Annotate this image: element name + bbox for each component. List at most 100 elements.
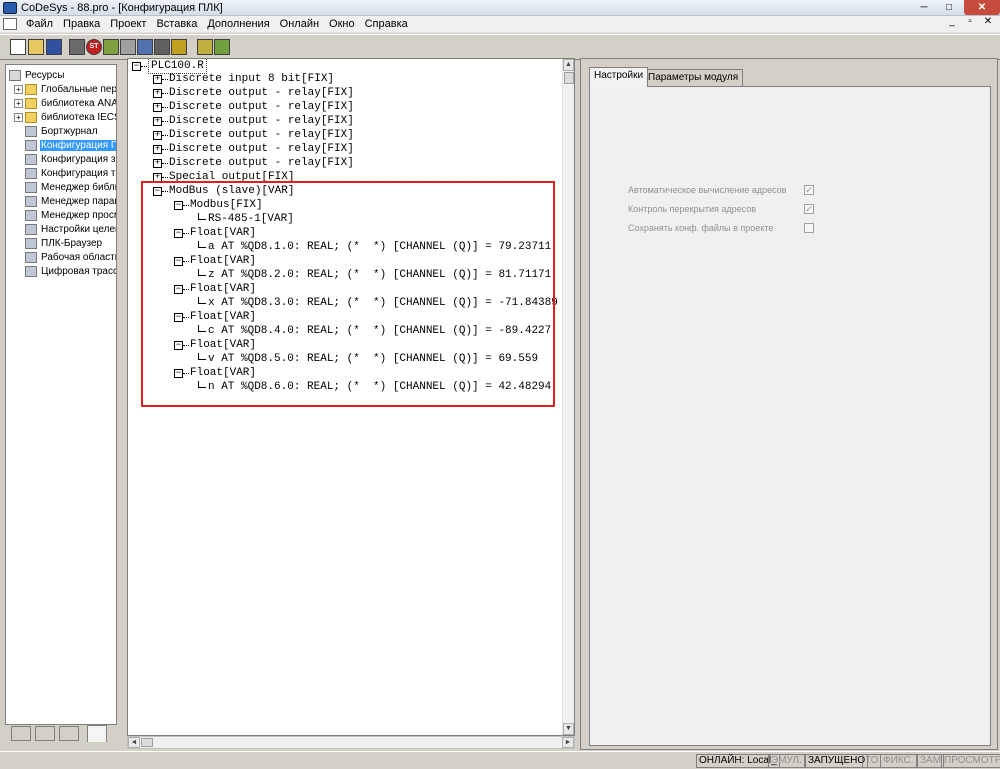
- mdi-close-button[interactable]: ✕: [980, 16, 996, 30]
- tree-module-node[interactable]: + Discrete output - relay[FIX]: [153, 100, 354, 114]
- resource-item[interactable]: Менеджер библио: [14, 180, 116, 194]
- expand-icon[interactable]: +: [153, 144, 162, 154]
- scroll-thumb[interactable]: [564, 72, 574, 84]
- tab-pous-icon[interactable]: [11, 726, 31, 741]
- expand-icon[interactable]: +: [153, 130, 162, 140]
- modbus-highlight-frame: [141, 181, 555, 407]
- resource-item[interactable]: Настройки целево: [14, 222, 116, 236]
- stop-icon[interactable]: ST: [86, 39, 102, 55]
- resource-item[interactable]: Бортжурнал: [14, 124, 99, 138]
- menu-insert[interactable]: Вставка: [151, 18, 202, 30]
- tree-node-label: Discrete output - relay[FIX]: [169, 101, 354, 113]
- tree-node-label: Discrete input 8 bit[FIX]: [169, 73, 335, 85]
- title-bar: CoDeSys - 88.pro - [Конфигурация ПЛК] ─ …: [0, 0, 1000, 16]
- collapse-icon[interactable]: −: [132, 61, 141, 71]
- resource-item-label: Глобальные перем: [41, 83, 117, 95]
- resource-tool-icon: [25, 153, 37, 165]
- build-icon[interactable]: [69, 39, 85, 55]
- close-window-button[interactable]: ✕: [964, 0, 1000, 15]
- menu-edit[interactable]: Правка: [58, 18, 105, 30]
- expand-icon[interactable]: +: [153, 74, 162, 84]
- resource-item[interactable]: + Глобальные перем: [14, 82, 117, 96]
- menu-help[interactable]: Справка: [360, 18, 413, 30]
- tree-module-node[interactable]: + Discrete output - relay[FIX]: [153, 114, 354, 128]
- menu-window[interactable]: Окно: [324, 18, 360, 30]
- codesys-app-icon: [3, 1, 17, 14]
- resource-item[interactable]: Конфигурация зад: [14, 152, 116, 166]
- status-to: ТО: [862, 754, 882, 768]
- resource-item[interactable]: Рабочая область: [14, 250, 117, 264]
- resource-item[interactable]: Ресурсы: [9, 68, 65, 82]
- resource-tool-icon: [25, 265, 37, 277]
- minimize-window-button[interactable]: ─: [910, 0, 938, 15]
- tab-visualizations-icon[interactable]: [59, 726, 79, 741]
- menu-project[interactable]: Проект: [105, 18, 151, 30]
- resources-tree[interactable]: Ресурсы + Глобальные перем+библиотека ANAL…: [5, 64, 117, 725]
- menu-online[interactable]: Онлайн: [275, 18, 324, 30]
- tree-vertical-scrollbar[interactable]: ▲ ▼: [562, 59, 574, 735]
- menu-file[interactable]: Файл: [21, 18, 58, 30]
- menu-extras[interactable]: Дополнения: [202, 18, 274, 30]
- replace-icon[interactable]: [214, 39, 230, 55]
- breakpoint-icon[interactable]: [171, 39, 187, 55]
- resource-item[interactable]: Конфигурация тре: [14, 166, 116, 180]
- tree-module-node[interactable]: + Discrete output - relay[FIX]: [153, 86, 354, 100]
- tree-horizontal-scrollbar[interactable]: ◄ ►: [127, 736, 575, 749]
- resource-item[interactable]: Менеджер параме: [14, 194, 116, 208]
- tab-module-parameters[interactable]: Параметры модуля: [643, 69, 744, 86]
- logout-icon[interactable]: [154, 39, 170, 55]
- resource-item[interactable]: Цифровая трассир: [14, 264, 116, 278]
- left-splitter[interactable]: [121, 60, 125, 750]
- expand-icon[interactable]: +: [14, 84, 23, 94]
- open-folder-icon[interactable]: [28, 39, 44, 55]
- tree-module-node[interactable]: + Discrete output - relay[FIX]: [153, 156, 354, 170]
- mdi-minimize-button[interactable]: _: [944, 16, 960, 30]
- resource-tool-icon: [25, 139, 37, 151]
- scroll-down-icon[interactable]: ▼: [563, 723, 574, 735]
- expand-icon[interactable]: +: [153, 102, 162, 112]
- tree-module-node[interactable]: + Discrete output - relay[FIX]: [153, 142, 354, 156]
- resource-item[interactable]: Менеджер просмо: [14, 208, 116, 222]
- resource-item[interactable]: + библиотека ANALY: [14, 96, 116, 110]
- tab-resources-icon[interactable]: [87, 725, 107, 742]
- expand-icon[interactable]: +: [153, 158, 162, 168]
- checkbox-overlap-check[interactable]: ✓: [804, 204, 814, 214]
- resource-item-label: Рабочая область: [41, 251, 117, 263]
- login-icon[interactable]: [137, 39, 153, 55]
- scroll-left-icon[interactable]: ◄: [128, 737, 140, 748]
- expand-icon[interactable]: +: [14, 98, 23, 108]
- scroll-up-icon[interactable]: ▲: [563, 59, 574, 71]
- status-view: ПРОСМОТР: [941, 754, 1000, 768]
- resource-tool-icon: [25, 181, 37, 193]
- hscroll-thumb[interactable]: [141, 738, 153, 747]
- checkbox-auto-address[interactable]: ✓: [804, 185, 814, 195]
- document-icon[interactable]: [3, 18, 17, 30]
- object-organizer-tabs: [5, 725, 117, 743]
- resource-item[interactable]: Конфигурация ПЛК: [14, 138, 116, 152]
- tab-data-types-icon[interactable]: [35, 726, 55, 741]
- find-icon[interactable]: [197, 39, 213, 55]
- resource-tool-icon: [25, 223, 37, 235]
- folder-icon: [25, 97, 37, 109]
- scroll-right-icon[interactable]: ►: [562, 737, 574, 748]
- step-icon[interactable]: [120, 39, 136, 55]
- new-file-icon[interactable]: [10, 39, 26, 55]
- checkbox-save-config-files[interactable]: [804, 223, 814, 233]
- expand-icon[interactable]: +: [14, 112, 23, 122]
- resource-item[interactable]: ПЛК-Браузер: [14, 236, 103, 250]
- save-icon[interactable]: [46, 39, 62, 55]
- resource-tool-icon: [25, 237, 37, 249]
- tree-module-node[interactable]: + Discrete output - relay[FIX]: [153, 128, 354, 142]
- expand-icon[interactable]: +: [153, 116, 162, 126]
- run-icon[interactable]: [103, 39, 119, 55]
- resource-tool-icon: [25, 167, 37, 179]
- window-title: CoDeSys - 88.pro - [Конфигурация ПЛК]: [21, 1, 223, 14]
- expand-icon[interactable]: +: [153, 88, 162, 98]
- tree-root[interactable]: − PLC100.R: [132, 59, 207, 74]
- mdi-restore-button[interactable]: ▫: [962, 16, 978, 30]
- tree-module-node[interactable]: + Discrete input 8 bit[FIX]: [153, 72, 334, 86]
- tree-node-label: Discrete output - relay[FIX]: [169, 157, 354, 169]
- maximize-window-button[interactable]: □: [935, 0, 963, 15]
- tab-settings[interactable]: Настройки: [589, 67, 649, 87]
- resource-item[interactable]: + библиотека IECSFI: [14, 110, 116, 124]
